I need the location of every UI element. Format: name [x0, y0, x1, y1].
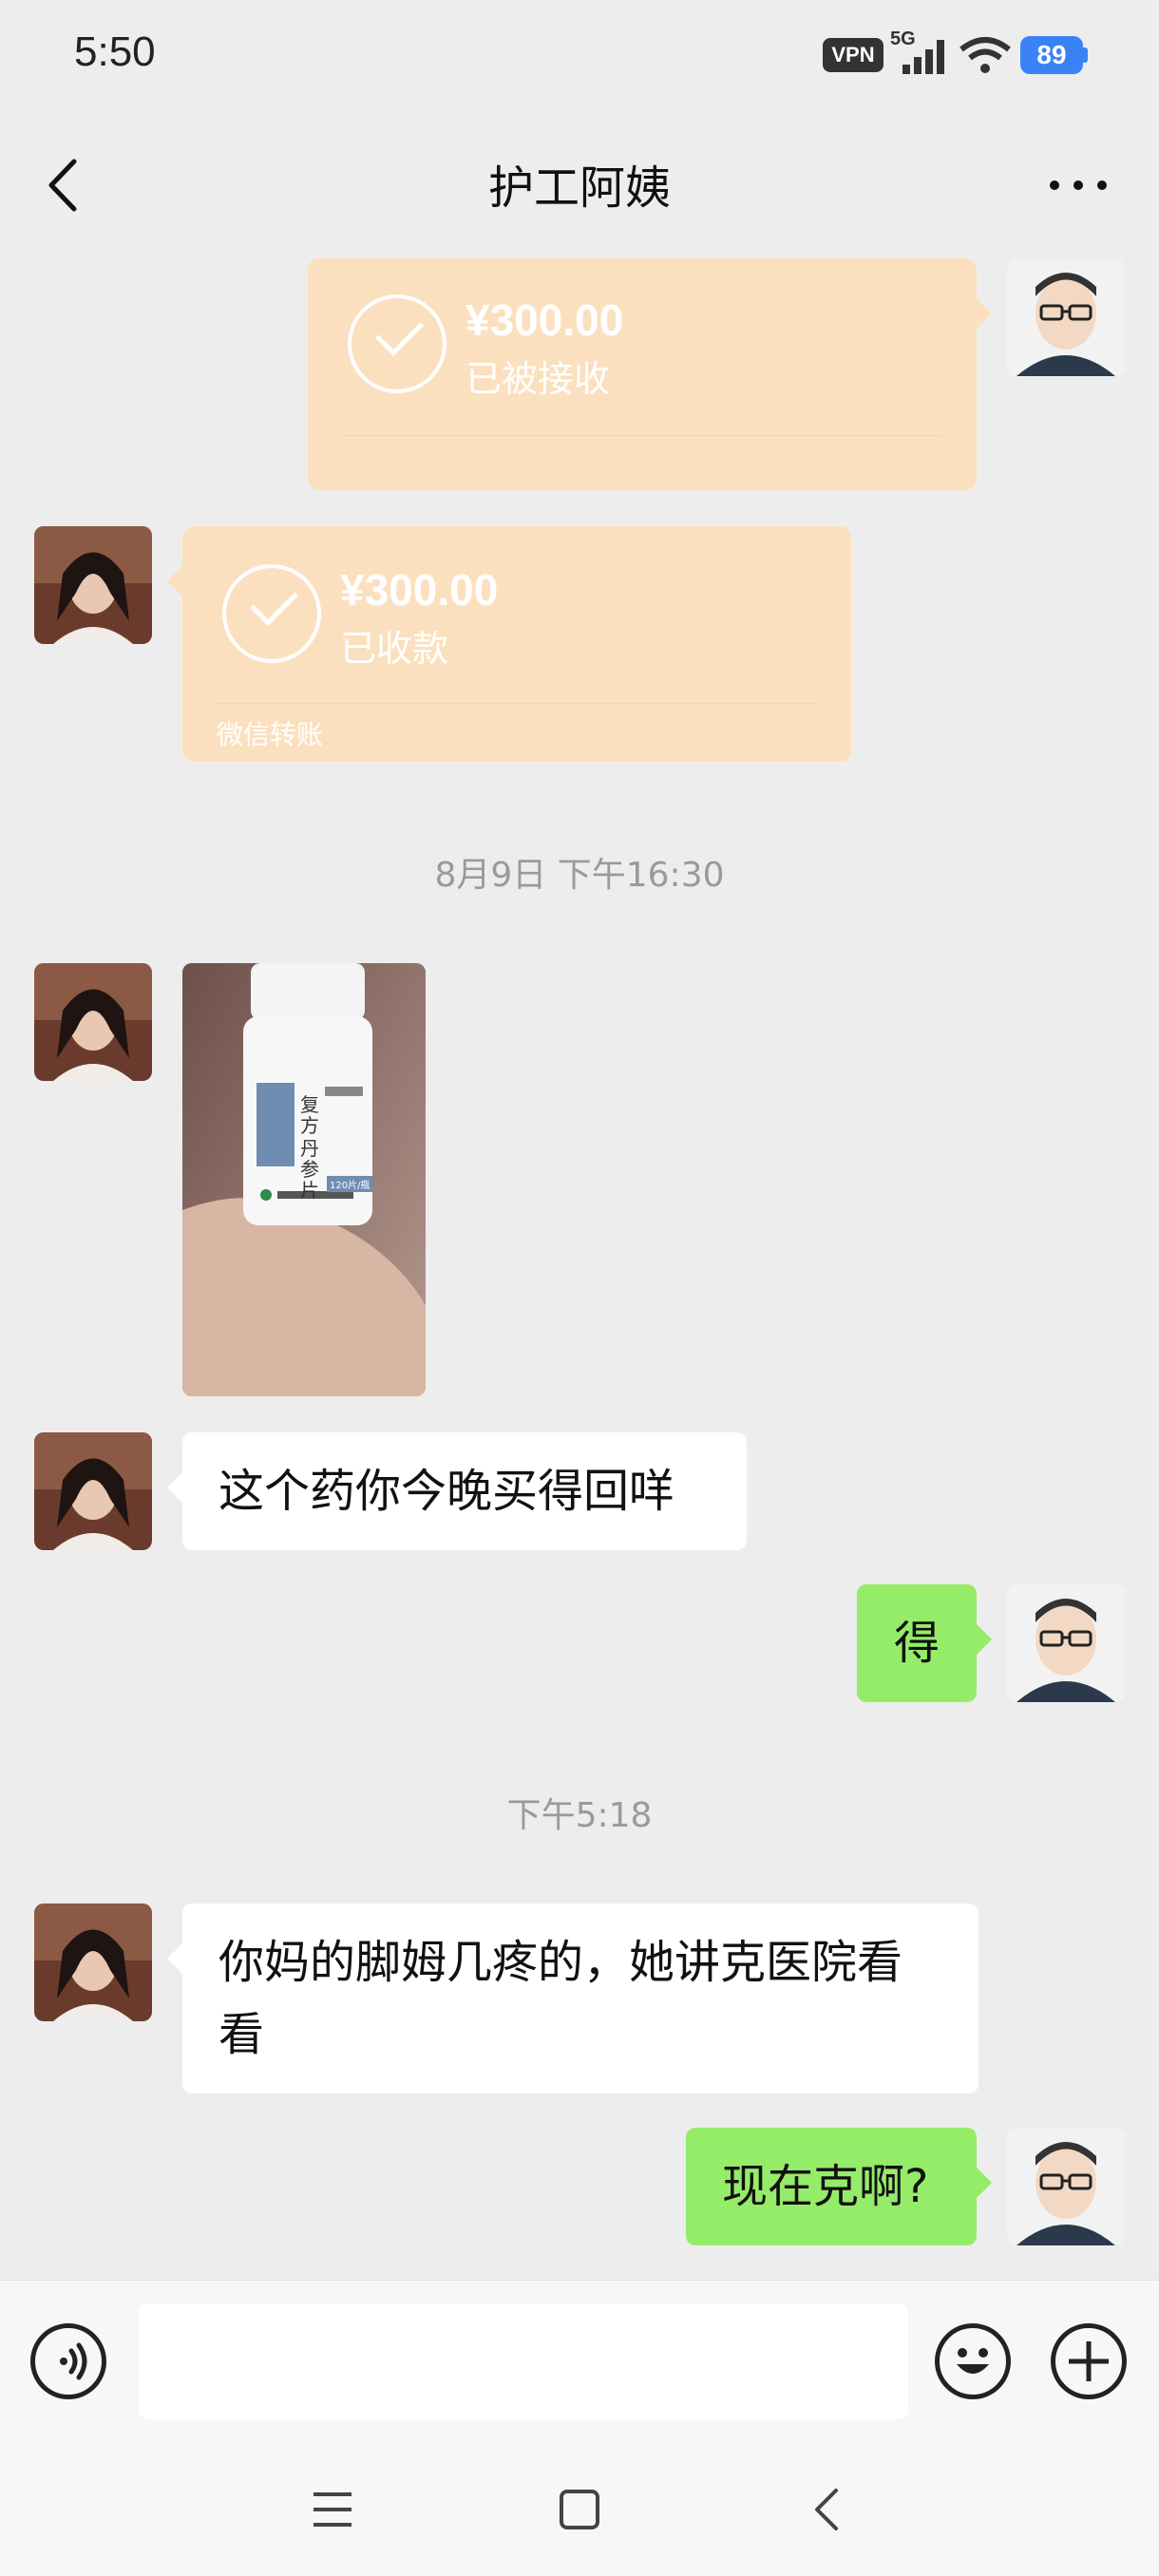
plus-icon[interactable] — [1051, 2323, 1127, 2399]
my-avatar[interactable] — [1007, 1584, 1125, 1702]
contact-avatar[interactable] — [34, 526, 152, 644]
message-bubble-sent[interactable]: 得 — [857, 1584, 992, 1702]
message-bubble-sent[interactable]: 现在克啊? — [686, 2128, 992, 2245]
my-avatar[interactable] — [1007, 258, 1125, 376]
voice-icon[interactable] — [30, 2323, 106, 2399]
status-time: 5:50 — [74, 28, 156, 75]
transfer-card-received[interactable]: ¥300.00 已收款 微信转账 — [167, 526, 851, 762]
transfer-status: 已被接收 — [466, 358, 611, 400]
battery-cap — [1083, 47, 1088, 63]
my-avatar[interactable] — [1007, 2128, 1125, 2245]
message-text: 得 — [893, 1617, 940, 1670]
transfer-amount: ¥300.00 — [466, 295, 624, 345]
transfer-card-sent[interactable]: ¥300.00 已被接收 — [308, 258, 992, 490]
signal-icon — [902, 40, 944, 74]
transfer-divider — [342, 435, 942, 436]
vpn-badge: VPN — [823, 38, 884, 72]
message-text: 这个药你今晚买得回咩 — [218, 1465, 675, 1518]
back-nav-icon[interactable] — [808, 2485, 846, 2534]
message-text: 你妈的脚姆几疼的，她讲克医院看看 — [218, 1936, 903, 2061]
medicine-badge: 120片/瓶 — [327, 1176, 373, 1192]
emoji-icon[interactable] — [935, 2323, 1011, 2399]
contact-avatar[interactable] — [34, 1904, 152, 2021]
message-bubble-received[interactable]: 这个药你今晚买得回咩 — [167, 1432, 747, 1550]
transfer-status: 已收款 — [340, 628, 449, 670]
time-separator: 下午5:18 — [506, 1796, 653, 1835]
contact-avatar[interactable] — [34, 1432, 152, 1550]
medicine-label-1: 复方 — [300, 1093, 319, 1137]
image-message[interactable]: 复方 丹参片 120片/瓶 — [182, 963, 426, 1396]
battery-indicator: 89 — [1020, 36, 1083, 74]
contact-avatar[interactable] — [34, 963, 152, 1081]
check-circle-icon — [348, 294, 446, 393]
more-dots-icon[interactable] — [1045, 171, 1112, 199]
message-text: 现在克啊? — [722, 2160, 929, 2213]
message-input[interactable] — [139, 2303, 908, 2419]
home-icon[interactable] — [557, 2487, 602, 2532]
chat-title: 护工阿姨 — [487, 161, 671, 215]
medicine-label-2: 丹参片 — [300, 1137, 319, 1202]
check-circle-icon — [222, 564, 321, 663]
wifi-icon — [960, 37, 1011, 73]
time-separator: 8月9日 下午16:30 — [434, 856, 725, 895]
message-bubble-received[interactable]: 你妈的脚姆几疼的，她讲克医院看看 — [167, 1904, 978, 2093]
menu-icon[interactable] — [310, 2489, 355, 2530]
transfer-footer: 微信转账 — [217, 719, 324, 750]
transfer-divider — [217, 703, 817, 704]
transfer-amount: ¥300.00 — [340, 565, 499, 615]
